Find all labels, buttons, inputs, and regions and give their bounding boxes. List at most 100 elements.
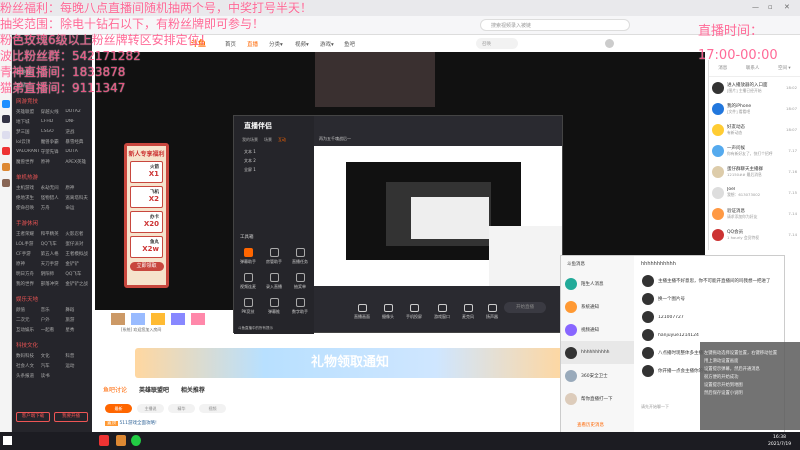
app-icon[interactable] bbox=[2, 100, 10, 108]
sidebar-category-link[interactable]: 绝地求生 bbox=[16, 195, 39, 201]
sidebar-category-link[interactable]: 守望先锋 bbox=[41, 149, 64, 155]
sidebar-category-link[interactable]: 二次元 bbox=[16, 317, 39, 323]
browser-search-input[interactable]: 搜索视频录入被链 bbox=[480, 19, 630, 31]
sidebar-section-title[interactable]: 网游竞技 bbox=[16, 97, 88, 105]
sidebar-category-link[interactable]: 蛋仔派对 bbox=[65, 241, 88, 247]
minimize-button[interactable]: — bbox=[752, 3, 759, 11]
sidebar-category-link[interactable]: 读书 bbox=[41, 373, 64, 379]
qq-contact-item[interactable]: QQ会员 1 hourly 会员特权 7-14 bbox=[709, 224, 800, 245]
conversation-item[interactable]: hhhhhhhhhh bbox=[561, 341, 634, 364]
sidebar-category-link[interactable]: 命运 bbox=[65, 205, 88, 211]
sidebar-category-link[interactable]: 旅游 bbox=[65, 317, 88, 323]
sidebar-category-link[interactable]: 头条报道 bbox=[16, 373, 39, 379]
sidebar-category-link[interactable]: 文化 bbox=[41, 353, 64, 359]
sidebar-category-link[interactable]: 魔兽世界 bbox=[16, 159, 39, 165]
qq-tab-space[interactable]: 空间 ▾ bbox=[778, 65, 791, 71]
sidebar-category-link[interactable]: 明日方舟 bbox=[16, 271, 39, 277]
tab-lol-bar[interactable]: 英雄联盟吧 bbox=[139, 387, 169, 394]
nav-yuba[interactable]: 鱼吧 bbox=[344, 40, 355, 48]
taskbar-app-icon[interactable] bbox=[131, 435, 141, 446]
sidebar-category-link[interactable]: 原神 bbox=[65, 185, 88, 191]
tool-button[interactable]: 抽奖单 bbox=[288, 273, 312, 290]
sidebar-category-link[interactable]: 逃离塔科夫 bbox=[65, 195, 88, 201]
sidebar-category-link[interactable]: 王者荣耀 bbox=[16, 231, 39, 237]
sidebar-category-link[interactable]: 星秀 bbox=[65, 327, 88, 333]
sidebar-category-link[interactable]: 金铲铲 bbox=[65, 261, 88, 267]
pill-latest[interactable]: 最新 bbox=[105, 404, 132, 413]
tool-button[interactable]: PK竞技 bbox=[236, 298, 260, 315]
pill-video[interactable]: 视频 bbox=[199, 404, 226, 413]
tool-button[interactable]: 直播任务 bbox=[288, 248, 312, 265]
history-link[interactable]: 查看历史消息 bbox=[577, 422, 604, 428]
windows-start-icon[interactable] bbox=[3, 436, 12, 445]
sidebar-category-link[interactable]: 方舟 bbox=[41, 205, 64, 211]
tab-related[interactable]: 相关推荐 bbox=[181, 387, 205, 394]
qq-contact-item[interactable]: 蛋仔群聊天主播群 12150## 最后消息 7-16 bbox=[709, 161, 800, 182]
gift-icon[interactable] bbox=[131, 313, 145, 325]
sidebar-category-link[interactable]: 阴阳师 bbox=[41, 271, 64, 277]
sidebar-category-link[interactable]: 使命召唤 bbox=[16, 205, 39, 211]
sidebar-category-link[interactable]: DOTA2 bbox=[65, 109, 88, 115]
sidebar-category-link[interactable]: 互动娱乐 bbox=[16, 327, 39, 333]
sidebar-section-title[interactable]: 科技文化 bbox=[16, 341, 88, 349]
sidebar-category-link[interactable]: CF手游 bbox=[16, 251, 39, 257]
gift-icon[interactable] bbox=[191, 313, 205, 325]
obs-tab-scene[interactable]: 场景 bbox=[264, 137, 272, 143]
sidebar-category-link[interactable]: 户外 bbox=[41, 317, 64, 323]
tool-button[interactable]: 弹幕助手 bbox=[236, 248, 260, 265]
qq-contact-item[interactable]: Joel 我想：613073002 7-15 bbox=[709, 182, 800, 203]
obs-tab-interact[interactable]: 互动 bbox=[278, 137, 286, 143]
sidebar-category-link[interactable]: DOTA bbox=[65, 149, 88, 155]
source-item[interactable]: 文本 1 bbox=[244, 147, 314, 156]
tool-button[interactable]: 弹幕推 bbox=[262, 298, 286, 315]
sidebar-category-link[interactable]: CFHD bbox=[41, 119, 64, 125]
sidebar-category-link[interactable]: 一起看 bbox=[41, 327, 64, 333]
tool-button[interactable]: 数字助手 bbox=[288, 298, 312, 315]
app-icon[interactable] bbox=[2, 147, 10, 155]
taskbar-app-icon[interactable] bbox=[99, 435, 109, 446]
gift-notice-banner[interactable]: 礼物领取通知 bbox=[135, 348, 565, 378]
tool-button[interactable]: 视频连麦 bbox=[236, 273, 260, 290]
sidebar-category-link[interactable]: LOL手游 bbox=[16, 241, 39, 247]
sidebar-category-link[interactable]: 科普 bbox=[65, 353, 88, 359]
pill-featured[interactable]: 精华 bbox=[168, 404, 195, 413]
download-client-button[interactable]: 客户端下载 bbox=[16, 412, 50, 422]
tab-yuba-discussion[interactable]: 鱼吧讨论 bbox=[103, 387, 127, 394]
sidebar-section-title[interactable]: 娱乐天地 bbox=[16, 295, 88, 303]
sidebar-category-link[interactable]: 部落冲突 bbox=[41, 281, 64, 287]
sidebar-category-link[interactable]: 魔兽争霸 bbox=[41, 139, 64, 145]
source-item[interactable]: 文本 2 bbox=[244, 156, 314, 165]
sidebar-category-link[interactable]: 火影忍者 bbox=[65, 231, 88, 237]
source-add-button[interactable]: 扬声器 bbox=[486, 304, 498, 320]
sidebar-category-link[interactable]: APEX英雄 bbox=[65, 159, 88, 165]
qq-contact-item[interactable]: 进入播放器的入口面 [图片] 主播已经开始 18:02 bbox=[709, 77, 800, 98]
sidebar-category-link[interactable]: 主机游戏 bbox=[16, 185, 39, 191]
maximize-button[interactable]: ▫ bbox=[768, 3, 773, 11]
sidebar-category-link[interactable]: 金铲铲之战 bbox=[65, 281, 88, 287]
sidebar-category-link[interactable]: 逆战 bbox=[65, 129, 88, 135]
chat-input[interactable]: 请先开始聊一下 bbox=[641, 404, 669, 410]
qq-contact-item[interactable]: 一声问候 你有新好友了，快打个招呼 7-17 bbox=[709, 140, 800, 161]
sidebar-category-link[interactable]: 永劫无间 bbox=[41, 185, 64, 191]
gift-icon[interactable] bbox=[151, 313, 165, 325]
source-item[interactable]: 全屏 1 bbox=[244, 165, 314, 174]
qq-contact-item[interactable]: 好友动态 有新动态 18:07 bbox=[709, 119, 800, 140]
app-icon[interactable] bbox=[2, 163, 10, 171]
conversation-item[interactable]: 360安全卫士 bbox=[561, 364, 634, 387]
pinned-post[interactable]: 置顶 511游戏全面攻略! bbox=[105, 420, 157, 426]
qq-contact-item[interactable]: 验证消息 请求添加你为好友 7-14 bbox=[709, 203, 800, 224]
sidebar-category-link[interactable]: QQ飞车 bbox=[41, 241, 64, 247]
sidebar-category-link[interactable]: 地下城 bbox=[16, 119, 39, 125]
source-add-button[interactable]: 麦克风 bbox=[462, 304, 474, 320]
sidebar-category-link[interactable]: 汽车 bbox=[41, 363, 64, 369]
sidebar-section-title[interactable]: 手游休闲 bbox=[16, 219, 88, 227]
close-button[interactable]: ✕ bbox=[784, 3, 790, 11]
site-search-input[interactable]: 召唤 bbox=[476, 38, 518, 49]
source-add-button[interactable]: 直播画面 bbox=[354, 304, 370, 320]
sidebar-category-link[interactable]: CSGO bbox=[41, 129, 64, 135]
tool-button[interactable]: 录入直播 bbox=[262, 273, 286, 290]
sidebar-category-link[interactable]: 原神 bbox=[41, 159, 64, 165]
pill-host[interactable]: 主播说 bbox=[137, 404, 164, 413]
sidebar-category-link[interactable]: 梦三国 bbox=[16, 129, 39, 135]
sidebar-category-link[interactable]: 英雄联盟 bbox=[16, 109, 39, 115]
